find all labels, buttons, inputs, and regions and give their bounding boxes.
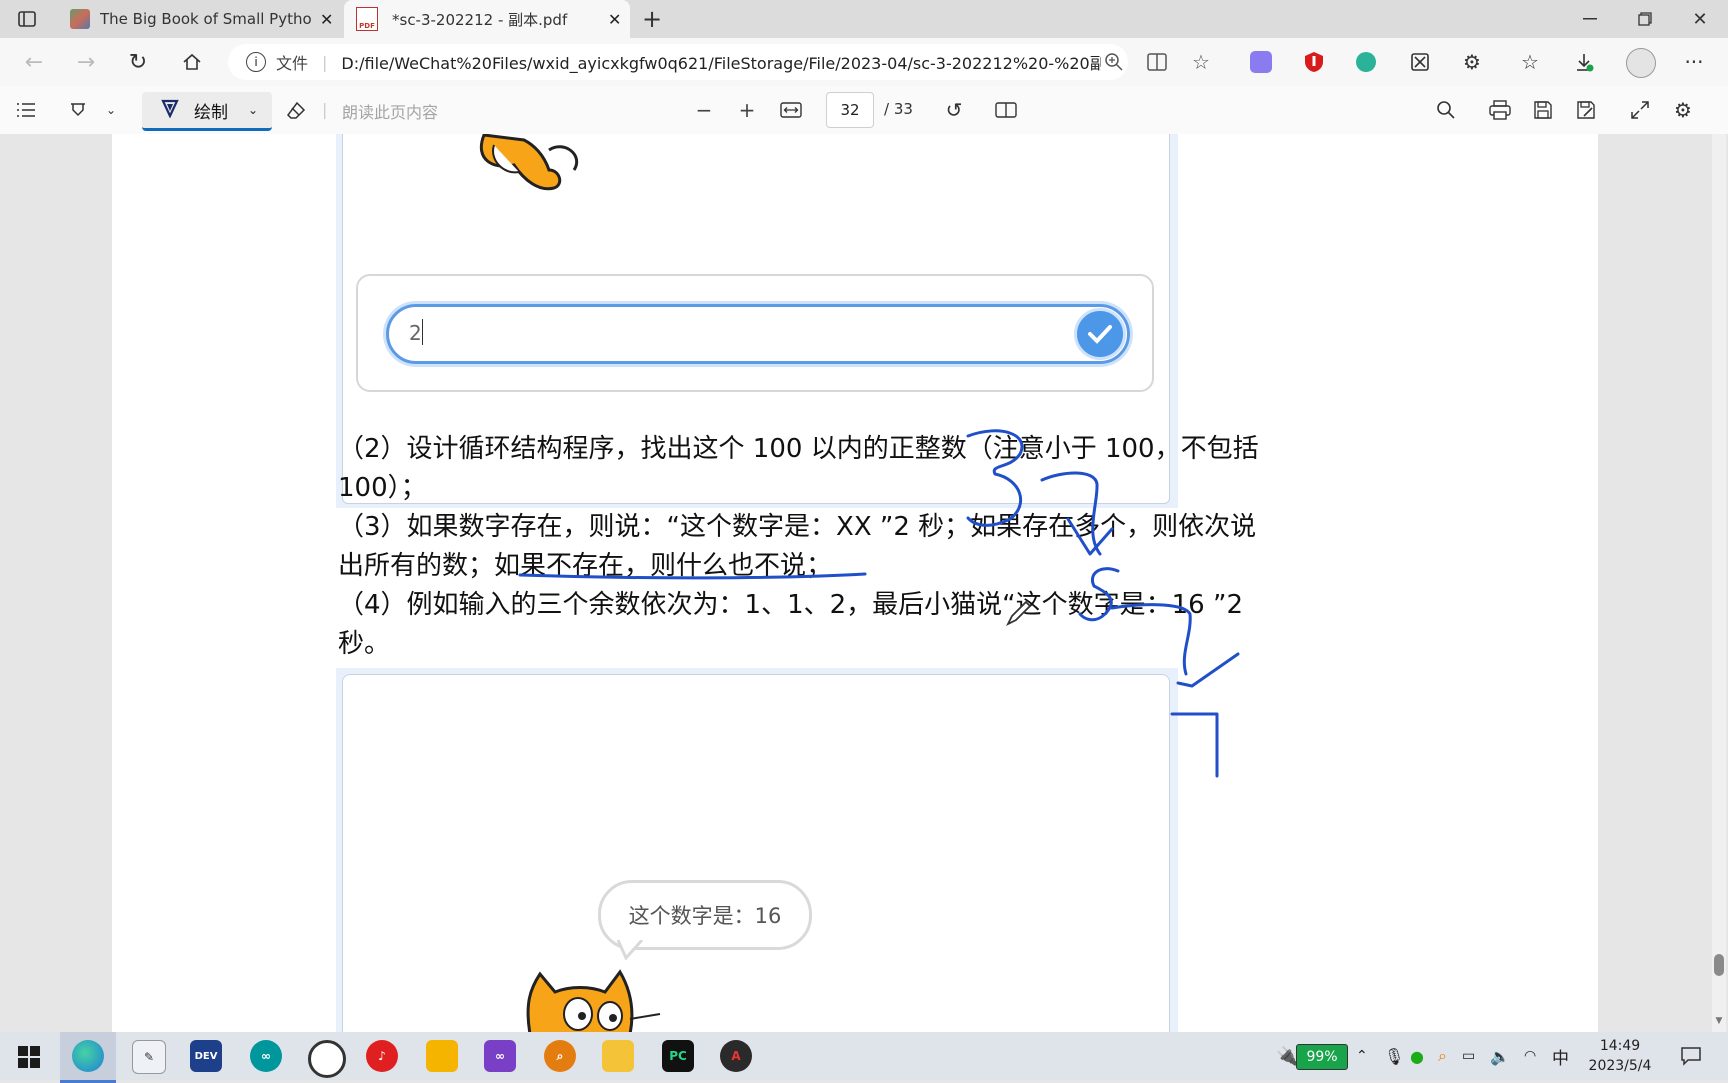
- url-text[interactable]: D:/file/WeChat%20Files/wxid_ayicxkgfw0q6…: [341, 50, 1101, 74]
- back-icon[interactable]: ←: [22, 50, 46, 75]
- clock-time: 14:49: [1599, 1038, 1641, 1054]
- microphone-icon[interactable]: 🎙: [1384, 1032, 1404, 1080]
- close-icon[interactable]: ✕: [320, 10, 333, 29]
- start-icon[interactable]: [18, 1046, 40, 1068]
- settings-icon[interactable]: ⚙: [1671, 98, 1695, 122]
- edge-icon[interactable]: [72, 1040, 104, 1072]
- pen-cursor-icon: [1005, 600, 1032, 627]
- pycharm-icon[interactable]: PC: [662, 1040, 694, 1072]
- rotate-icon[interactable]: ↺: [942, 98, 966, 122]
- new-tab-icon[interactable]: +: [640, 5, 664, 33]
- page-view-icon[interactable]: [994, 98, 1018, 122]
- highlight-icon[interactable]: [66, 98, 90, 122]
- clock-date: 2023/5/4: [1588, 1058, 1652, 1074]
- circle-app-icon[interactable]: [308, 1040, 346, 1078]
- downloads-icon[interactable]: [1572, 50, 1596, 74]
- clock[interactable]: 14:49 2023/5/4: [1584, 1036, 1656, 1076]
- devcpp-icon[interactable]: DEV: [190, 1040, 222, 1072]
- fit-width-icon[interactable]: [778, 98, 804, 122]
- draw-button[interactable]: 绘制 ⌄: [142, 92, 272, 131]
- zoom-in-icon[interactable]: +: [735, 98, 759, 122]
- draw-label: 绘制: [194, 102, 228, 123]
- search-app-icon[interactable]: ⌕: [544, 1040, 576, 1072]
- netease-music-icon[interactable]: ♪: [366, 1040, 398, 1072]
- fullscreen-icon[interactable]: [1628, 98, 1652, 122]
- close-window-icon[interactable]: ✕: [1688, 8, 1712, 30]
- chevron-down-icon[interactable]: ⌄: [102, 100, 120, 120]
- page-number-input[interactable]: 32: [826, 92, 874, 128]
- zoom-out-icon[interactable]: −: [692, 98, 716, 122]
- contents-icon[interactable]: [14, 98, 38, 122]
- pdf-toolbar: ⌄ 绘制 ⌄ | 朗读此页内容 − + 32 / 33 ↺ ⚙: [0, 86, 1728, 135]
- add-favorite-icon[interactable]: ☆: [1188, 50, 1214, 74]
- ink-annotations: [518, 429, 1240, 778]
- favicon-icon: [70, 9, 90, 29]
- notification-icon[interactable]: [1680, 1046, 1702, 1066]
- refresh-icon[interactable]: ↻: [126, 50, 150, 75]
- home-icon[interactable]: [180, 50, 204, 74]
- chevron-up-icon[interactable]: ⌃: [1356, 1032, 1368, 1080]
- visual-studio-icon[interactable]: ∞: [484, 1040, 516, 1072]
- extensions-icon[interactable]: ⚙: [1460, 50, 1484, 74]
- divider: |: [322, 100, 328, 119]
- favorites-icon[interactable]: ☆: [1518, 50, 1542, 74]
- search-tray-icon[interactable]: ⌕: [1438, 1032, 1447, 1080]
- pdf-viewer[interactable]: 2 （2）设计循环结构程序，找出这个 100 以内的正整数（注意小于 100，不…: [0, 134, 1728, 1032]
- app-a-icon[interactable]: A: [720, 1040, 752, 1072]
- file-explorer-icon[interactable]: [602, 1040, 634, 1072]
- search-icon[interactable]: [1434, 98, 1458, 122]
- tab-title: *sc-3-202212 - 副本.pdf: [392, 10, 568, 29]
- extension-green-icon[interactable]: [1356, 52, 1376, 72]
- tab-actions-icon[interactable]: [16, 9, 38, 29]
- extension-screenshot-icon[interactable]: [1408, 50, 1432, 74]
- tab-python-book[interactable]: The Big Book of Small Python Pro ✕: [58, 0, 334, 38]
- wifi-icon[interactable]: ◠: [1524, 1032, 1536, 1080]
- ime-indicator[interactable]: 中: [1552, 1032, 1569, 1080]
- profile-icon[interactable]: [1626, 48, 1656, 78]
- tab-title: The Big Book of Small Python Pro: [100, 10, 312, 28]
- scrollbar-track[interactable]: [1712, 134, 1726, 1032]
- scrollbar-thumb[interactable]: [1714, 954, 1724, 976]
- total-pages: / 33: [884, 100, 913, 118]
- chevron-down-icon[interactable]: ⌄: [248, 103, 258, 117]
- scroll-down-icon[interactable]: ▼: [1713, 1016, 1725, 1028]
- extension-adblock-icon[interactable]: [1302, 50, 1326, 74]
- divider: |: [322, 52, 328, 72]
- restore-icon[interactable]: [1633, 8, 1657, 30]
- pdf-file-icon: PDF: [356, 7, 378, 31]
- taskbar: ✎ DEV ∞ ♪ ∞ ⌕ PC A 🔌 99% ⌃ 🎙 ● ⌕ ▭ 🔈 ◠ 中…: [0, 1032, 1728, 1083]
- zoom-icon[interactable]: [1102, 50, 1126, 74]
- eraser-icon[interactable]: [284, 98, 308, 122]
- read-aloud-button[interactable]: 朗读此页内容: [342, 99, 438, 123]
- info-label: 文件: [276, 54, 309, 73]
- battery-indicator[interactable]: 99%: [1296, 1044, 1348, 1070]
- more-icon[interactable]: ···: [1682, 50, 1706, 74]
- save-icon[interactable]: [1531, 98, 1555, 122]
- url-field[interactable]: i 文件 | D:/file/WeChat%20Files/wxid_ayicx…: [228, 44, 1128, 80]
- notes-app-icon[interactable]: [426, 1040, 458, 1072]
- battery-tray-icon[interactable]: ▭: [1462, 1032, 1475, 1080]
- minimize-icon[interactable]: [1578, 8, 1602, 30]
- print-icon[interactable]: [1488, 98, 1512, 122]
- forward-icon[interactable]: →: [74, 50, 98, 75]
- info-icon[interactable]: i: [246, 52, 266, 72]
- extension-copilot-icon[interactable]: [1250, 51, 1272, 73]
- tab-pdf[interactable]: PDF *sc-3-202212 - 副本.pdf ✕: [344, 0, 630, 38]
- save-as-icon[interactable]: [1574, 98, 1598, 122]
- tab-bar: The Big Book of Small Python Pro ✕ PDF *…: [0, 0, 1728, 38]
- address-bar: ← → ↻ i 文件 | D:/file/WeChat%20Files/wxid…: [0, 38, 1728, 86]
- split-screen-icon[interactable]: [1145, 50, 1169, 74]
- volume-icon[interactable]: 🔈: [1490, 1032, 1510, 1080]
- notepad-icon[interactable]: ✎: [132, 1040, 166, 1074]
- arduino-icon[interactable]: ∞: [250, 1040, 282, 1072]
- close-icon[interactable]: ✕: [608, 10, 621, 29]
- pen-icon: [160, 98, 180, 122]
- wechat-icon[interactable]: ●: [1410, 1032, 1424, 1080]
